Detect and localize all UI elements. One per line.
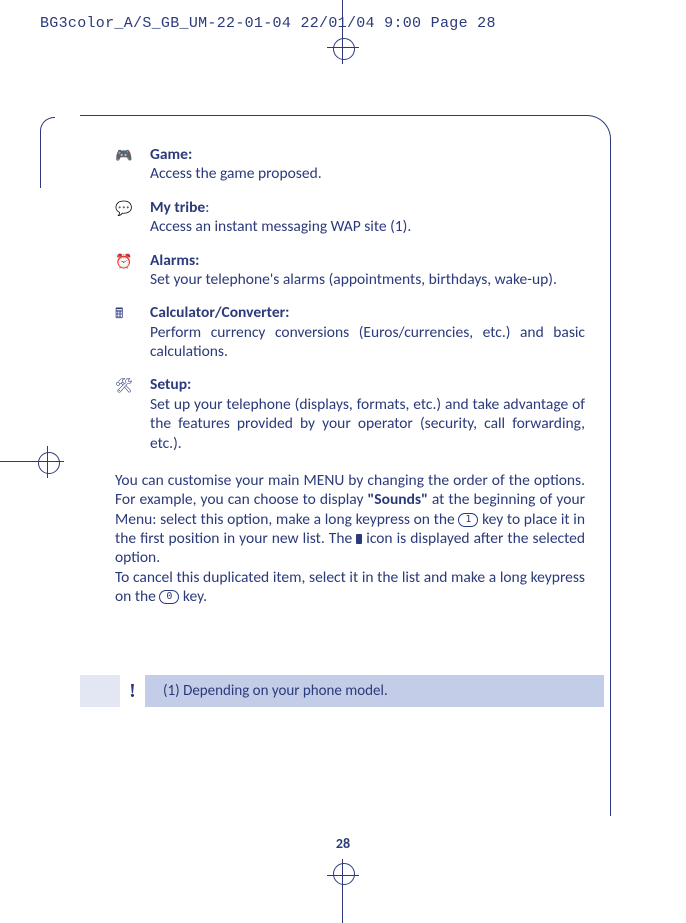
para-text: key. <box>179 587 207 606</box>
footnote-pale-block <box>80 675 120 707</box>
print-header: BG3color_A/S_GB_UM-22-01-04 22/01/04 9:0… <box>40 15 496 32</box>
title-suffix: : <box>205 198 209 217</box>
item-title: Game: <box>150 145 192 164</box>
sounds-bold: "Sounds" <box>367 490 427 509</box>
item-desc: Set up your telephone (displays, formats… <box>150 395 585 453</box>
menu-item-mytribe: 💬 My tribe: Access an instant messaging … <box>115 198 585 237</box>
footnote-bar: ! (1) Depending on your phone model. <box>80 675 604 707</box>
calculator-icon: 🖩 <box>115 303 150 323</box>
menu-item-alarms: ⏰ Alarms: Set your telephone's alarms (a… <box>115 251 585 290</box>
crop-mark-bottom <box>313 853 373 923</box>
page-edge-curve <box>40 117 55 188</box>
item-desc: Perform currency conversions (Euros/curr… <box>150 323 585 361</box>
item-title: My tribe <box>150 198 205 217</box>
item-desc: Access the game proposed. <box>150 164 322 183</box>
key-1-icon: 1 <box>458 513 478 527</box>
crop-mark-left <box>0 432 70 492</box>
item-title: Alarms: <box>150 251 199 270</box>
menu-item-calculator: 🖩 Calculator/Converter: Perform currency… <box>115 303 585 361</box>
exclamation-icon: ! <box>120 675 145 707</box>
key-0-icon: 0 <box>159 590 179 604</box>
item-title: Calculator/Converter: <box>150 303 289 322</box>
page-number: 28 <box>0 835 686 852</box>
item-desc: Access an instant messaging WAP site (1)… <box>150 217 411 236</box>
item-title: Setup: <box>150 375 191 394</box>
menu-item-setup: 🛠 Setup: Set up your telephone (displays… <box>115 375 585 453</box>
menu-item-game: 🎮 Game: Access the game proposed. <box>115 145 585 184</box>
content-area: 🎮 Game: Access the game proposed. 💬 My t… <box>115 145 585 607</box>
item-desc: Set your telephone's alarms (appointment… <box>150 270 557 289</box>
game-icon: 🎮 <box>115 145 150 165</box>
crop-mark-top <box>313 0 373 70</box>
footnote-text: (1) Depending on your phone model. <box>163 682 388 700</box>
setup-icon: 🛠 <box>115 375 150 395</box>
mytribe-icon: 💬 <box>115 198 150 218</box>
customise-paragraph: You can customise your main MENU by chan… <box>115 471 585 607</box>
alarms-icon: ⏰ <box>115 251 150 271</box>
